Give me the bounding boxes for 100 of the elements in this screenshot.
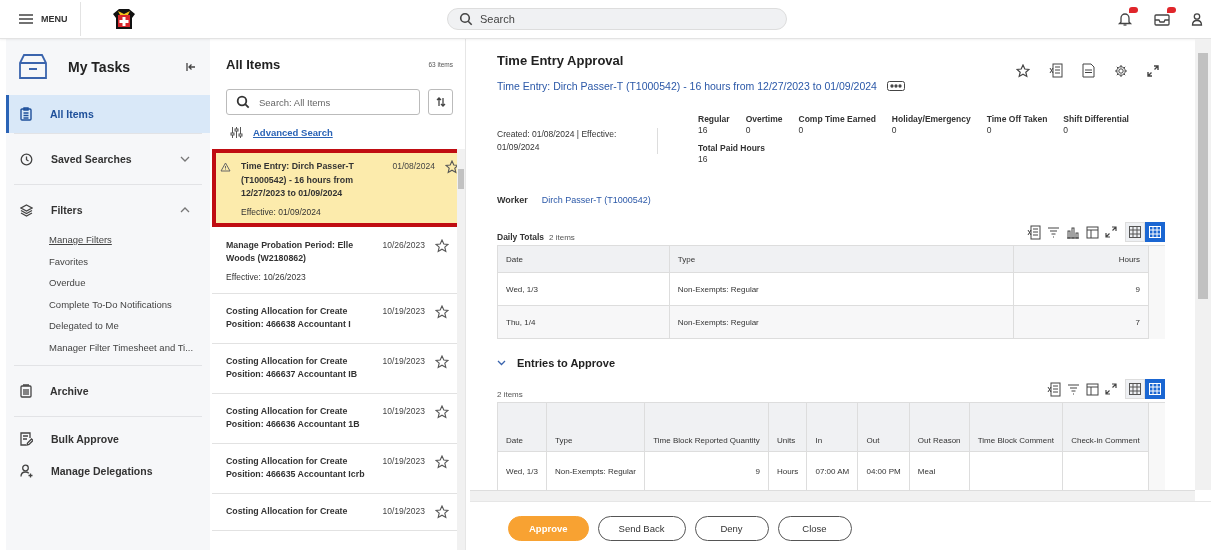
section-title: Daily Totals — [497, 232, 545, 242]
task-date: 10/26/2023 — [382, 238, 425, 252]
person-add-icon — [20, 463, 33, 478]
task-date: 10/19/2023 — [382, 454, 425, 468]
filter-link[interactable]: Overdue — [49, 272, 86, 294]
grid-view-icon[interactable] — [1145, 222, 1165, 242]
filter-link[interactable]: Delegated to Me — [49, 315, 119, 337]
scrollbar[interactable] — [1195, 39, 1211, 490]
star-icon[interactable] — [1016, 63, 1030, 78]
sidebar-item[interactable]: Manage Delegations — [14, 454, 202, 487]
filter-link[interactable]: Favorites — [49, 250, 89, 273]
item-count: 2 items — [549, 233, 575, 242]
pdf-document-icon[interactable] — [1082, 63, 1095, 78]
expand-icon[interactable] — [1147, 64, 1159, 77]
star-icon[interactable] — [435, 454, 449, 469]
filter-icon[interactable] — [1047, 226, 1060, 238]
collapse-icon[interactable] — [186, 62, 196, 72]
notification-badge — [1129, 7, 1138, 13]
column-header: Units — [768, 402, 807, 452]
chevron-down-icon[interactable] — [497, 360, 506, 366]
section-title: Entries to Approve — [517, 357, 615, 369]
time-entry-link[interactable]: Time Entry: Dirch Passer-T (T1000542) - 16 hours from 12/27/2023 to 01/09/2024 — [497, 80, 877, 92]
column-header: Out — [857, 402, 910, 452]
star-icon[interactable] — [435, 504, 449, 519]
star-icon[interactable] — [435, 304, 449, 319]
sidebar-item[interactable]: Bulk Approve — [14, 422, 202, 455]
field-label: Shift Differential — [1063, 114, 1129, 125]
table-cell: 7 — [1013, 305, 1149, 339]
table-cell: Wed, 1/3 — [497, 272, 670, 306]
excel-icon[interactable] — [1049, 63, 1063, 78]
sidebar-title: My Tasks — [68, 59, 131, 75]
search-field[interactable]: Search: All Items — [226, 89, 420, 115]
expand-icon[interactable] — [1105, 226, 1117, 238]
sliders-icon[interactable] — [230, 125, 243, 139]
task-title: Costing Allocation for Create Position: 466637 Accountant IB — [226, 354, 359, 381]
sidebar-item[interactable]: Filters — [14, 191, 202, 229]
column-header: Type — [669, 245, 1014, 273]
column-header: Out Reason — [909, 402, 970, 452]
scrollbar[interactable] — [1149, 402, 1165, 490]
sidebar-item[interactable]: Archive — [14, 371, 202, 410]
bell-icon[interactable] — [1117, 11, 1133, 27]
item-count: 2 items — [497, 390, 523, 399]
filter-link[interactable]: Complete To-Do Notifications — [49, 293, 172, 316]
column-header: Date — [497, 402, 547, 452]
field-label: Total Paid Hours — [698, 143, 765, 154]
advanced-search-link[interactable]: Advanced Search — [253, 126, 333, 138]
document-edit-icon — [20, 431, 33, 446]
sidebar-item[interactable]: Saved Searches — [14, 140, 202, 178]
filter-icon[interactable] — [1067, 383, 1080, 395]
page-title: Time Entry Approval — [497, 53, 625, 68]
star-icon[interactable] — [435, 238, 449, 253]
chevron-down-icon[interactable] — [180, 156, 190, 162]
archive-icon — [20, 383, 32, 398]
scrollbar[interactable] — [457, 149, 465, 550]
excel-icon[interactable] — [1047, 381, 1061, 397]
field-value: 0 — [798, 125, 805, 136]
grid-view-icon[interactable] — [1145, 379, 1165, 399]
column-header: Type — [546, 402, 645, 452]
more-icon[interactable] — [886, 81, 905, 91]
sort-button[interactable] — [428, 89, 453, 115]
sidebar-item[interactable]: All Items — [6, 95, 210, 133]
settings-icon[interactable] — [1114, 63, 1128, 78]
menu-button[interactable]: MENU — [18, 0, 80, 38]
task-title: Time Entry: Dirch Passer-T (T1000542) - 16 hours from 12/27/2023 to 01/09/2024 — [241, 160, 355, 200]
column-header: Date — [497, 245, 670, 273]
expand-icon[interactable] — [1105, 383, 1117, 395]
star-icon[interactable] — [445, 160, 457, 174]
list-view-icon[interactable] — [1125, 222, 1145, 242]
logo-icon[interactable] — [111, 8, 137, 30]
filter-link[interactable]: Manager Filter Timesheet and Ti... — [49, 336, 194, 359]
field-label: Holiday/Emergency — [891, 114, 971, 125]
star-icon[interactable] — [435, 354, 449, 369]
worker-link[interactable]: Dirch Passer-T (T1000542) — [541, 195, 651, 205]
bar-chart-icon[interactable] — [1066, 225, 1080, 239]
inbox-icon[interactable] — [1153, 11, 1171, 27]
task-date: 10/19/2023 — [382, 404, 425, 418]
action-button[interactable]: Close — [777, 516, 852, 541]
star-icon[interactable] — [435, 404, 449, 419]
column-header: Time Block Comment — [969, 402, 1063, 452]
table-icon[interactable] — [1086, 382, 1099, 396]
field-value: 0 — [891, 125, 898, 136]
scrollbar[interactable] — [1149, 245, 1165, 339]
action-button[interactable]: Send Back — [597, 516, 686, 541]
field-value: 16 — [698, 154, 709, 165]
excel-icon[interactable] — [1027, 224, 1041, 240]
scrollbar[interactable] — [470, 490, 1195, 501]
sort-icon — [435, 97, 446, 107]
clock-icon — [20, 152, 33, 166]
chevron-up-icon[interactable] — [180, 207, 190, 213]
column-header: Hours — [1013, 245, 1149, 273]
user-icon[interactable] — [1191, 12, 1203, 26]
search-field[interactable]: Search — [447, 8, 787, 30]
task-card[interactable]: Time Entry: Dirch Passer-T (T1000542) - 16 hours from 12/27/2023 to 01/09/2024 01/08/2024 Effective: 01/09/2024 — [212, 149, 457, 227]
task-title: Costing Allocation for Create Position: 466635 Accountant Icrb — [226, 454, 366, 481]
notification-badge — [1167, 7, 1176, 13]
tray-icon — [18, 53, 48, 81]
list-view-icon[interactable] — [1125, 379, 1145, 399]
filter-link[interactable]: Manage Filters — [49, 229, 112, 251]
action-button[interactable]: Deny — [694, 516, 769, 541]
table-icon[interactable] — [1086, 225, 1099, 239]
